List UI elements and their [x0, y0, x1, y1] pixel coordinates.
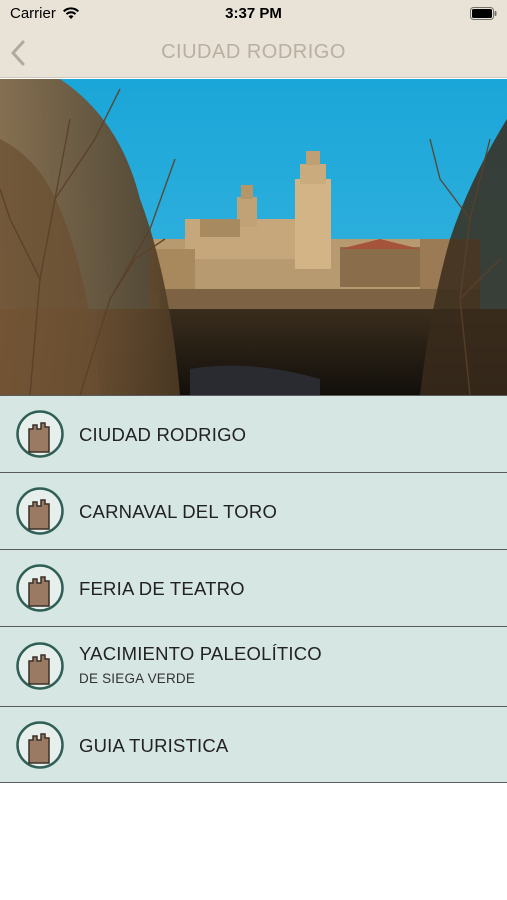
status-bar: Carrier 3:37 PM — [0, 0, 507, 28]
castle-tower-icon — [16, 564, 64, 612]
cathedral-photo — [0, 79, 507, 395]
navigation-bar: CIUDAD RODRIGO — [0, 28, 507, 78]
clock: 3:37 PM — [225, 5, 282, 22]
menu-item-yacimiento-paleolitico[interactable]: YACIMIENTO PALEOLÍTICO DE SIEGA VERDE — [0, 626, 507, 706]
hero-photo — [0, 79, 507, 395]
menu-item-label: GUIA TURISTICA — [79, 735, 229, 756]
page-title: CIUDAD RODRIGO — [161, 41, 346, 63]
menu-item-guia-turistica[interactable]: GUIA TURISTICA — [0, 706, 507, 783]
menu-item-label: FERIA DE TEATRO — [79, 578, 245, 599]
menu-list: CIUDAD RODRIGO CARNAVAL DEL TORO FERIA D… — [0, 395, 507, 783]
menu-item-label: YACIMIENTO PALEOLÍTICO — [79, 643, 322, 664]
menu-item-feria-de-teatro[interactable]: FERIA DE TEATRO — [0, 549, 507, 626]
castle-tower-icon — [16, 487, 64, 535]
menu-item-ciudad-rodrigo[interactable]: CIUDAD RODRIGO — [0, 395, 507, 472]
menu-item-label: CIUDAD RODRIGO — [79, 424, 247, 445]
castle-tower-icon — [16, 410, 64, 458]
castle-tower-icon — [16, 642, 64, 690]
menu-item-label: CARNAVAL DEL TORO — [79, 501, 278, 522]
castle-tower-icon — [16, 721, 64, 769]
menu-item-carnaval-del-toro[interactable]: CARNAVAL DEL TORO — [0, 472, 507, 549]
battery-icon — [470, 7, 497, 20]
menu-item-sublabel: DE SIEGA VERDE — [79, 671, 196, 686]
